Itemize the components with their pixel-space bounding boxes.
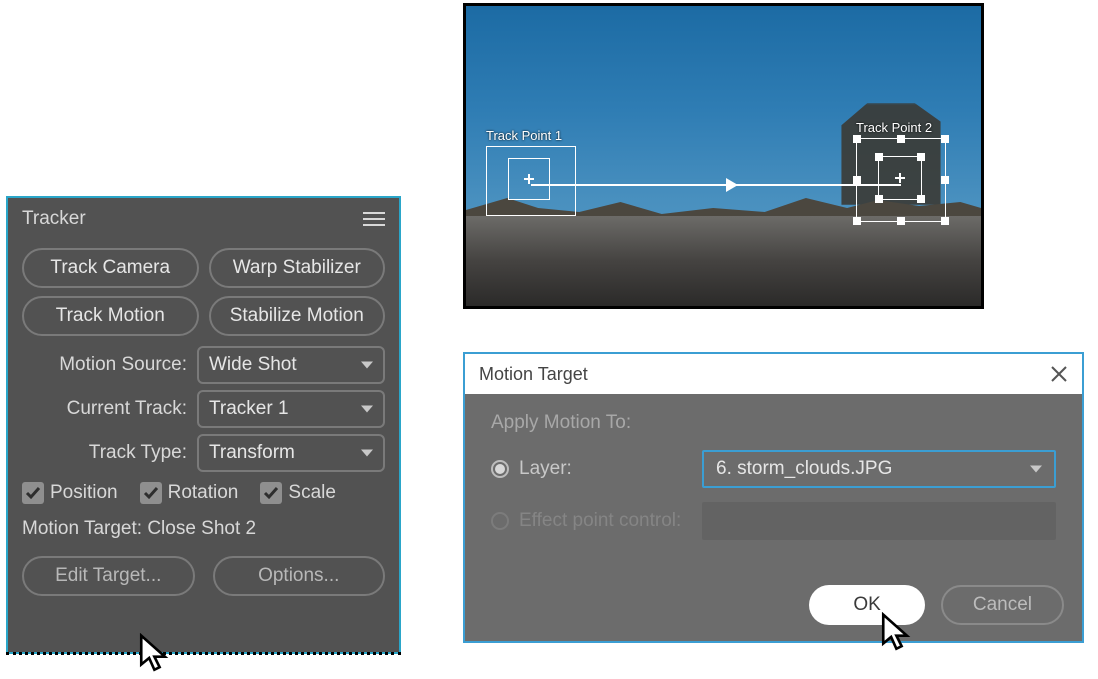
layer-radio[interactable] bbox=[491, 460, 509, 478]
current-track-label: Current Track: bbox=[22, 398, 187, 420]
tracker-title: Tracker bbox=[22, 208, 86, 230]
track-point-1-label: Track Point 1 bbox=[486, 128, 562, 143]
motion-target-dialog: Motion Target Apply Motion To: Layer: 6.… bbox=[463, 352, 1084, 643]
scale-checkbox[interactable]: Scale bbox=[260, 482, 336, 504]
dialog-title: Motion Target bbox=[479, 364, 588, 385]
track-connector-line bbox=[531, 184, 901, 186]
chevron-down-icon bbox=[361, 406, 373, 413]
chevron-down-icon bbox=[361, 450, 373, 457]
scale-label: Scale bbox=[288, 482, 336, 504]
track-feature-region[interactable] bbox=[508, 158, 550, 200]
track-type-value: Transform bbox=[209, 442, 295, 463]
chevron-down-icon bbox=[1030, 466, 1042, 473]
tracker-panel: Tracker Track Camera Warp Stabilizer Tra… bbox=[6, 196, 401, 654]
warp-stabilizer-button[interactable]: Warp Stabilizer bbox=[209, 248, 386, 288]
apply-motion-to-label: Apply Motion To: bbox=[491, 412, 1056, 434]
track-direction-arrow-icon bbox=[726, 178, 738, 192]
track-point-2[interactable]: Track Point 2 bbox=[856, 138, 946, 223]
current-track-dropdown[interactable]: Tracker 1 bbox=[197, 390, 385, 428]
panel-resize-edge[interactable] bbox=[6, 652, 401, 656]
track-motion-button[interactable]: Track Motion bbox=[22, 296, 199, 336]
cancel-button[interactable]: Cancel bbox=[941, 585, 1064, 625]
layer-preview[interactable]: Track Point 1 Track Point 2 bbox=[463, 3, 984, 309]
position-label: Position bbox=[50, 482, 118, 504]
checkbox-checked-icon bbox=[140, 482, 162, 504]
stabilize-motion-button[interactable]: Stabilize Motion bbox=[209, 296, 386, 336]
edit-target-button[interactable]: Edit Target... bbox=[22, 556, 195, 596]
close-icon[interactable] bbox=[1050, 365, 1068, 383]
track-point-2-label: Track Point 2 bbox=[856, 120, 932, 135]
track-type-label: Track Type: bbox=[22, 442, 187, 464]
position-checkbox[interactable]: Position bbox=[22, 482, 118, 504]
motion-source-value: Wide Shot bbox=[209, 354, 297, 375]
track-type-dropdown[interactable]: Transform bbox=[197, 434, 385, 472]
ok-button[interactable]: OK bbox=[809, 585, 924, 625]
track-feature-region[interactable] bbox=[878, 156, 922, 200]
current-track-value: Tracker 1 bbox=[209, 398, 289, 419]
motion-target-text: Motion Target: Close Shot 2 bbox=[8, 504, 399, 540]
panel-menu-icon[interactable] bbox=[363, 210, 385, 228]
options-button[interactable]: Options... bbox=[213, 556, 386, 596]
crosshair-icon bbox=[524, 174, 534, 184]
effect-point-radio-label: Effect point control: bbox=[519, 510, 681, 532]
rotation-checkbox[interactable]: Rotation bbox=[140, 482, 239, 504]
effect-point-dropdown bbox=[702, 502, 1056, 540]
layer-radio-label: Layer: bbox=[519, 458, 572, 480]
scene-element bbox=[466, 216, 981, 306]
motion-source-label: Motion Source: bbox=[22, 354, 187, 376]
effect-point-radio bbox=[491, 512, 509, 530]
track-point-1[interactable]: Track Point 1 bbox=[486, 146, 576, 216]
crosshair-icon bbox=[895, 173, 905, 183]
checkbox-checked-icon bbox=[260, 482, 282, 504]
chevron-down-icon bbox=[361, 362, 373, 369]
rotation-label: Rotation bbox=[168, 482, 239, 504]
layer-dropdown-value: 6. storm_clouds.JPG bbox=[716, 458, 892, 479]
layer-dropdown[interactable]: 6. storm_clouds.JPG bbox=[702, 450, 1056, 488]
checkbox-checked-icon bbox=[22, 482, 44, 504]
motion-source-dropdown[interactable]: Wide Shot bbox=[197, 346, 385, 384]
track-camera-button[interactable]: Track Camera bbox=[22, 248, 199, 288]
